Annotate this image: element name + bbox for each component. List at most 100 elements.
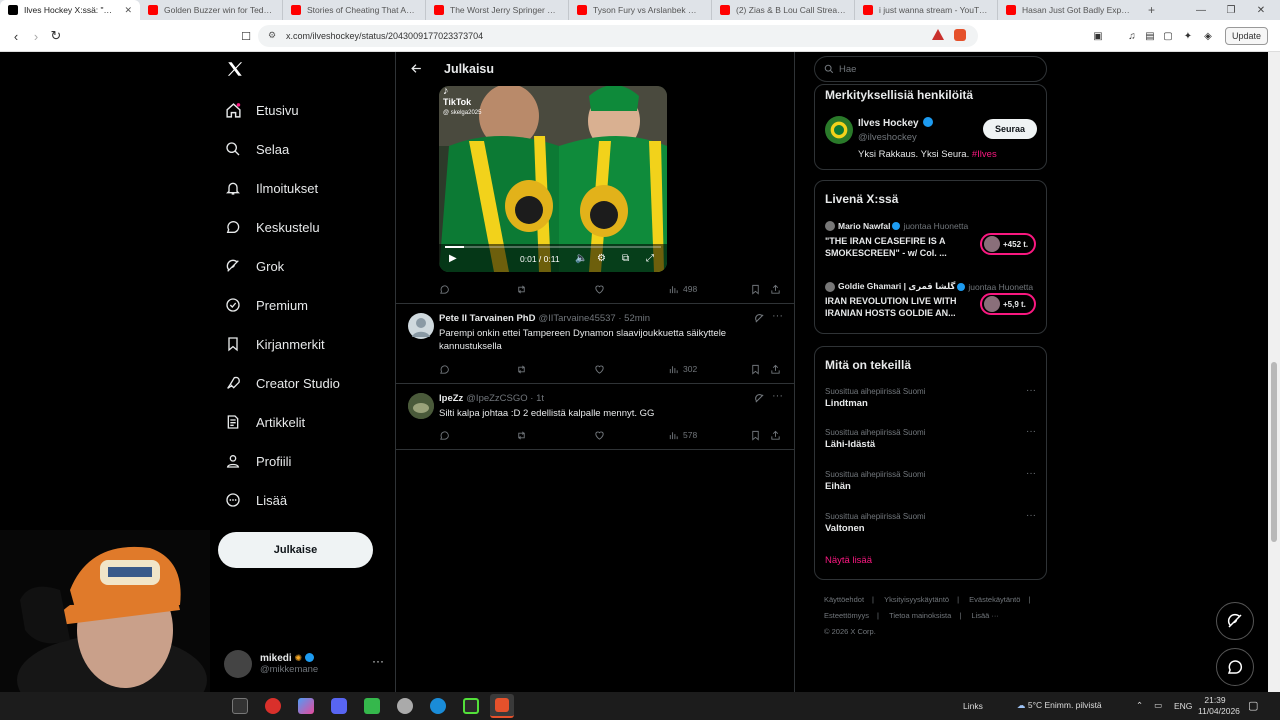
bookmark-button[interactable] xyxy=(750,282,761,296)
nav-item-grok[interactable]: Grok xyxy=(224,253,284,279)
weather-widget[interactable]: ☁ 5°C Enimm. pilvistä xyxy=(1017,700,1102,711)
footer-link[interactable]: Lisää ··· xyxy=(971,611,999,620)
opera-icon[interactable] xyxy=(265,698,281,714)
live-space-item[interactable]: Mario Nawfal juontaa Huonetta "THE IRAN … xyxy=(825,221,1040,271)
profile-name[interactable]: Ilves Hockey xyxy=(858,118,919,129)
brave-taskbar-icon[interactable] xyxy=(490,694,514,718)
fullscreen-icon[interactable]: ⤢ xyxy=(646,253,654,264)
discord-icon[interactable] xyxy=(331,698,347,714)
listener-count-pill[interactable]: +452 t. xyxy=(980,233,1036,255)
nav-item-creator-studio[interactable]: Creator Studio xyxy=(224,370,340,396)
grok-icon[interactable] xyxy=(754,393,766,405)
reply-post[interactable]: IpeZz @IpeZzCSGO · 1t ··· Silti kalpa joh… xyxy=(396,390,794,433)
reply-author-handle[interactable]: @IpeZzCSGO xyxy=(466,393,527,404)
address-bar[interactable]: ⚙ x.com/ilveshockey/status/2043009177023… xyxy=(258,25,978,47)
more-icon[interactable]: ··· xyxy=(1026,385,1036,396)
more-icon[interactable]: ··· xyxy=(1026,426,1036,437)
task-view-icon[interactable] xyxy=(232,698,248,714)
nav-item-explore[interactable]: Selaa xyxy=(224,136,289,162)
repost-button[interactable] xyxy=(516,282,527,296)
back-arrow-icon[interactable] xyxy=(410,62,424,76)
brave-rewards-icon[interactable] xyxy=(932,29,944,40)
browser-tab[interactable]: (2) Zias & B Lou Call Streamer xyxy=(712,0,855,20)
footer-link[interactable]: Käyttöehdot xyxy=(824,595,864,604)
nav-item-bookmarks[interactable]: Kirjanmerkit xyxy=(224,331,325,357)
share-button[interactable] xyxy=(770,428,781,442)
repost-button[interactable] xyxy=(516,362,527,376)
share-button[interactable] xyxy=(770,362,781,376)
nav-item-premium[interactable]: Premium xyxy=(224,292,308,318)
more-icon[interactable]: ··· xyxy=(372,654,384,668)
tabs-icon[interactable]: ▢ xyxy=(1160,28,1176,44)
app-icon[interactable] xyxy=(397,698,413,714)
reply-time[interactable]: 52min xyxy=(624,313,650,324)
browser-tab[interactable]: i just wanna stream - YouTube xyxy=(855,0,998,20)
bookmark-page-icon[interactable]: ☐ xyxy=(238,28,254,44)
show-more-link[interactable]: Näytä lisää xyxy=(825,555,872,566)
close-window-icon[interactable]: ✕ xyxy=(1246,0,1276,20)
close-tab-icon[interactable]: ✕ xyxy=(124,5,132,16)
hashtag-link[interactable]: #Ilves xyxy=(972,149,997,160)
nav-item-articles[interactable]: Artikkelit xyxy=(224,409,305,435)
links-toolbar[interactable]: Links xyxy=(963,701,983,711)
footer-link[interactable]: Tietoa mainoksista xyxy=(889,611,951,620)
listener-count-pill[interactable]: +5,9 t. xyxy=(980,293,1036,315)
like-button[interactable] xyxy=(594,362,605,376)
minimize-icon[interactable]: — xyxy=(1186,0,1216,20)
account-switcher[interactable]: mikedi ✺ @mikkemane ··· xyxy=(224,648,384,680)
tray-chevron-icon[interactable]: ⌃ xyxy=(1136,700,1143,711)
new-tab-button[interactable]: + xyxy=(1140,0,1160,20)
share-button[interactable] xyxy=(770,282,781,296)
trend-item[interactable]: Suosittua aihepiirissä Suomi Eihän ··· xyxy=(825,468,1040,492)
footer-link[interactable]: Yksityisyyskäytäntö xyxy=(884,595,949,604)
back-icon[interactable]: ‹ xyxy=(8,28,24,44)
reply-button[interactable] xyxy=(439,362,450,376)
live-space-item[interactable]: Goldie Ghamari | گلشا قمری juontaa Huone… xyxy=(825,281,1040,331)
trend-item[interactable]: Suosittua aihepiirissä Suomi Valtonen ··… xyxy=(825,510,1040,534)
browser-tab[interactable]: Ilves Hockey X:ssä: "🫶 / X ✕ xyxy=(0,0,140,20)
volume-icon[interactable]: 🔈 xyxy=(575,253,587,264)
post-button[interactable]: Julkaise xyxy=(218,532,373,568)
clock[interactable]: 21:39 11/04/2026 xyxy=(1198,695,1240,717)
edge-icon[interactable] xyxy=(430,698,446,714)
reply-button[interactable] xyxy=(439,282,450,296)
bookmark-button[interactable] xyxy=(750,362,761,376)
settings-icon[interactable]: ⚙ xyxy=(597,253,606,264)
ilves-logo-icon[interactable] xyxy=(825,116,853,144)
nav-item-chat[interactable]: Keskustelu xyxy=(224,214,320,240)
reload-icon[interactable]: ↻ xyxy=(48,28,64,44)
bookmark-button[interactable] xyxy=(750,428,761,442)
notifications-icon[interactable]: ▢ xyxy=(1248,699,1258,712)
scrollbar-thumb[interactable] xyxy=(1271,362,1277,542)
follow-button[interactable]: Seuraa xyxy=(983,119,1037,139)
reply-author-name[interactable]: Pete II Tarvainen PhD xyxy=(439,313,535,324)
more-icon[interactable]: ··· xyxy=(772,310,783,322)
grok-floating-button[interactable] xyxy=(1216,602,1254,640)
views-button[interactable]: 302 xyxy=(668,362,697,376)
browser-tab[interactable]: Tyson Fury vs Arslanbek Makhm xyxy=(569,0,712,20)
views-button[interactable]: 498 xyxy=(668,282,697,296)
extensions-icon[interactable]: ✦ xyxy=(1180,28,1196,44)
app-icon[interactable] xyxy=(463,698,479,714)
network-icon[interactable]: ▭ xyxy=(1154,700,1162,711)
nav-item-notifications[interactable]: Ilmoitukset xyxy=(224,175,318,201)
messages-floating-button[interactable] xyxy=(1216,648,1254,686)
browser-tab[interactable]: Golden Buzzer win for Ted Hill xyxy=(140,0,283,20)
pip-icon[interactable]: ⧉ xyxy=(622,253,629,264)
reply-author-name[interactable]: IpeZz xyxy=(439,393,463,404)
x-logo-icon[interactable] xyxy=(226,60,244,78)
like-button[interactable] xyxy=(594,428,605,442)
footer-link[interactable]: Esteettömyys xyxy=(824,611,869,620)
reading-list-icon[interactable]: ▤ xyxy=(1142,28,1158,44)
video-progress-bar[interactable] xyxy=(445,246,661,248)
nav-item-profile[interactable]: Profiili xyxy=(224,448,291,474)
video-player[interactable]: ♪ TikTok @ skelga2025 ▶ 0:01 / 0:11 🔈 ⚙ … xyxy=(439,86,667,272)
reply-author-handle[interactable]: @IITarvaine45537 xyxy=(538,313,615,324)
browser-tab[interactable]: The Worst Jerry Springer Guest xyxy=(426,0,569,20)
language-indicator[interactable]: ENG xyxy=(1174,701,1192,711)
trend-item[interactable]: Suosittua aihepiirissä Suomi Lähi-Idästä… xyxy=(825,426,1040,450)
media-icon[interactable]: ♫ xyxy=(1124,28,1140,44)
grok-icon[interactable] xyxy=(754,313,766,325)
search-input[interactable]: Hae xyxy=(814,56,1047,82)
nav-item-more[interactable]: Lisää xyxy=(224,487,287,513)
